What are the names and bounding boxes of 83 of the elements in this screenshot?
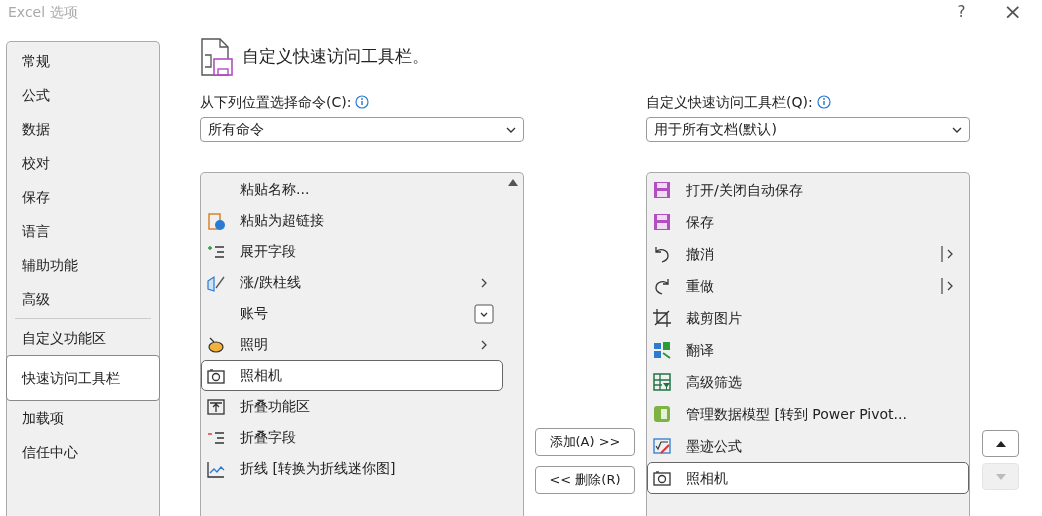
command-label: 粘贴为超链接 [240, 211, 325, 230]
command-label: 打开/关闭自动保存 [686, 180, 804, 200]
command-item[interactable]: 重做 [647, 270, 969, 302]
scroll-up-icon[interactable] [508, 179, 518, 186]
chevron-down-icon [506, 126, 516, 133]
command-label: 粘贴名称... [240, 180, 311, 199]
command-item[interactable]: 高级筛选 [647, 366, 969, 398]
command-label: 照相机 [240, 366, 283, 385]
sidebar-item[interactable]: 信任中心 [7, 435, 159, 469]
triangle-up-icon [995, 440, 1006, 447]
command-item[interactable]: 照相机 [647, 462, 969, 494]
info-icon [816, 95, 831, 109]
crop-icon [652, 308, 672, 328]
page-heading: 自定义快速访问工具栏。 [242, 45, 429, 69]
window-title: Excel 选项 [8, 2, 79, 22]
command-label: 涨/跌柱线 [240, 273, 302, 292]
sidebar-item[interactable]: 高级 [7, 282, 159, 316]
command-label: 撤消 [686, 244, 715, 264]
sidebar-item[interactable]: 自定义功能区 [7, 321, 159, 355]
remove-button[interactable]: << 删除(R) [535, 466, 635, 494]
command-item[interactable]: 翻译 [647, 334, 969, 366]
dropdown-field[interactable]: 用于所有文档(默认) [646, 117, 970, 142]
collapse-ribbon-icon [206, 396, 226, 417]
command-label: 照明 [240, 335, 269, 354]
command-label: 折线 [转换为折线迷你图] [240, 459, 397, 478]
close-button[interactable]: × [1003, 1, 1022, 23]
move-up-button[interactable] [982, 430, 1019, 457]
command-label: 展开字段 [240, 242, 297, 261]
sidebar-item[interactable]: 校对 [7, 146, 159, 180]
command-item[interactable]: 照明 [201, 329, 503, 360]
command-label: 墨迹公式 [686, 436, 743, 456]
command-item[interactable]: 保存 [647, 206, 969, 238]
command-item[interactable]: 管理数据模型 [转到 Power Pivot... [647, 398, 969, 430]
help-button[interactable]: ? [957, 0, 966, 24]
data-model-icon [652, 404, 672, 424]
command-item[interactable]: 裁剪图片 [647, 302, 969, 334]
sidebar-item[interactable]: 加载项 [7, 401, 159, 435]
command-item[interactable]: 折叠字段 [201, 422, 503, 453]
dropdown-field[interactable]: 所有命令 [200, 117, 524, 142]
undo-icon [652, 244, 672, 264]
command-item[interactable]: 撤消 [647, 238, 969, 270]
triangle-down-icon [995, 473, 1006, 480]
sidebar-item[interactable]: 常规 [7, 44, 159, 78]
command-item[interactable]: 粘贴为超链接 [201, 205, 503, 236]
command-label: 账号 [240, 304, 269, 323]
command-label: 重做 [686, 276, 715, 296]
translate-icon [652, 340, 672, 360]
sidebar-item[interactable]: 保存 [7, 180, 159, 214]
sidebar-item[interactable]: 公式 [7, 78, 159, 112]
paste-icon [206, 210, 226, 231]
sidebar-item[interactable]: 语言 [7, 214, 159, 248]
camera-icon [652, 468, 672, 488]
toolbar-document-icon [200, 37, 234, 77]
command-item[interactable]: 展开字段 [201, 236, 503, 267]
command-item[interactable]: 墨迹公式 [647, 430, 969, 462]
redo-icon [652, 276, 672, 296]
command-label: 折叠功能区 [240, 397, 311, 416]
sidebar-item[interactable]: 数据 [7, 112, 159, 146]
command-label: 折叠字段 [240, 428, 297, 447]
sidebar-item[interactable]: 快速访问工具栏 [6, 355, 160, 401]
command-label: 照相机 [686, 468, 729, 488]
field-label: 从下列位置选择命令(C): [200, 92, 352, 112]
command-label: 保存 [686, 212, 715, 232]
chevron-down-icon [952, 126, 962, 133]
command-item[interactable]: 涨/跌柱线 [201, 267, 503, 298]
command-label: 翻译 [686, 340, 715, 360]
filter-grid-icon [652, 372, 672, 392]
save-icon [652, 212, 672, 232]
command-item[interactable]: 折线 [转换为折线迷你图] [201, 453, 503, 484]
command-item[interactable]: 照相机 [201, 360, 503, 391]
command-label: 管理数据模型 [转到 Power Pivot... [686, 404, 908, 424]
command-label: 高级筛选 [686, 372, 743, 392]
save-icon [652, 180, 672, 200]
command-item[interactable]: 粘贴名称... [201, 174, 503, 205]
field-label: 自定义快速访问工具栏(Q): [646, 92, 813, 112]
command-label: 裁剪图片 [686, 308, 743, 328]
ink-equation-icon [652, 436, 672, 456]
info-icon [355, 95, 370, 109]
command-item[interactable]: 打开/关闭自动保存 [647, 174, 969, 206]
add-button[interactable]: 添加(A) >> [535, 428, 635, 456]
command-item[interactable]: 折叠功能区 [201, 391, 503, 422]
command-item[interactable]: 账号 [201, 298, 503, 329]
sidebar-item[interactable]: 辅助功能 [7, 248, 159, 282]
